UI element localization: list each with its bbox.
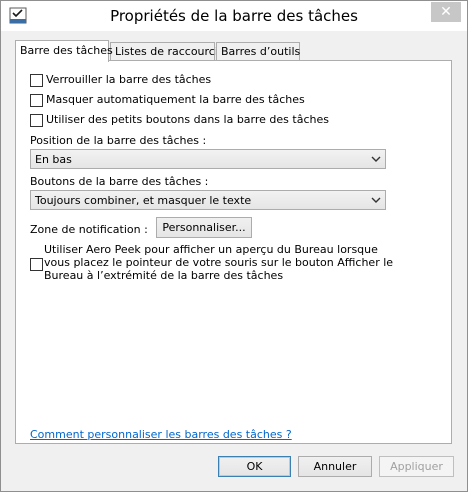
ok-button[interactable]: OK bbox=[218, 456, 291, 477]
position-select-value: En bas bbox=[35, 153, 72, 166]
tab-label: Listes de raccourcis bbox=[115, 45, 224, 58]
tab-label: Barres d’outils bbox=[221, 45, 301, 58]
lock-taskbar-label: Verrouiller la barre des tâches bbox=[46, 73, 212, 86]
apply-button[interactable]: Appliquer bbox=[379, 456, 454, 477]
small-buttons-label: Utiliser des petits boutons dans la barr… bbox=[46, 113, 329, 126]
cancel-button[interactable]: Annuler bbox=[298, 456, 372, 477]
aero-peek-checkbox[interactable] bbox=[30, 258, 43, 271]
close-button[interactable]: ✕ bbox=[431, 2, 461, 22]
window-title: Propriétés de la barre des tâches bbox=[110, 7, 358, 25]
notification-area-label: Zone de notification : bbox=[30, 223, 148, 236]
tab-taskbar[interactable]: Barre des tâches bbox=[15, 40, 113, 62]
tab-panel-taskbar: Verrouiller la barre des tâches Masquer … bbox=[15, 60, 452, 444]
chevron-down-icon bbox=[371, 154, 381, 164]
chevron-down-icon bbox=[371, 195, 381, 205]
buttons-combine-select[interactable]: Toujours combiner, et masquer le texte bbox=[30, 190, 386, 210]
title-bar[interactable]: Propriétés de la barre des tâches ✕ bbox=[1, 1, 467, 31]
buttons-combine-select-value: Toujours combiner, et masquer le texte bbox=[35, 194, 252, 207]
aero-peek-option[interactable] bbox=[30, 258, 43, 272]
help-link[interactable]: Comment personnaliser les barres des tâc… bbox=[30, 428, 292, 441]
tab-label: Barre des tâches bbox=[20, 44, 113, 57]
position-select[interactable]: En bas bbox=[30, 149, 386, 169]
close-icon: ✕ bbox=[440, 4, 452, 20]
customize-notification-button[interactable]: Personnaliser... bbox=[156, 217, 252, 238]
position-label: Position de la barre des tâches : bbox=[30, 134, 207, 147]
buttons-combine-label: Boutons de la barre des tâches : bbox=[30, 175, 209, 188]
aero-peek-label: Utiliser Aero Peek pour afficher un aper… bbox=[44, 243, 394, 282]
tab-jump-lists[interactable]: Listes de raccourcis bbox=[110, 42, 224, 60]
small-buttons-checkbox[interactable] bbox=[30, 114, 43, 127]
lock-taskbar-checkbox[interactable] bbox=[30, 74, 43, 87]
properties-dialog: Propriétés de la barre des tâches ✕ Barr… bbox=[0, 0, 468, 492]
autohide-taskbar-label: Masquer automatiquement la barre des tâc… bbox=[46, 93, 305, 106]
autohide-taskbar-checkbox[interactable] bbox=[30, 94, 43, 107]
tab-toolbars[interactable]: Barres d’outils bbox=[216, 42, 300, 60]
